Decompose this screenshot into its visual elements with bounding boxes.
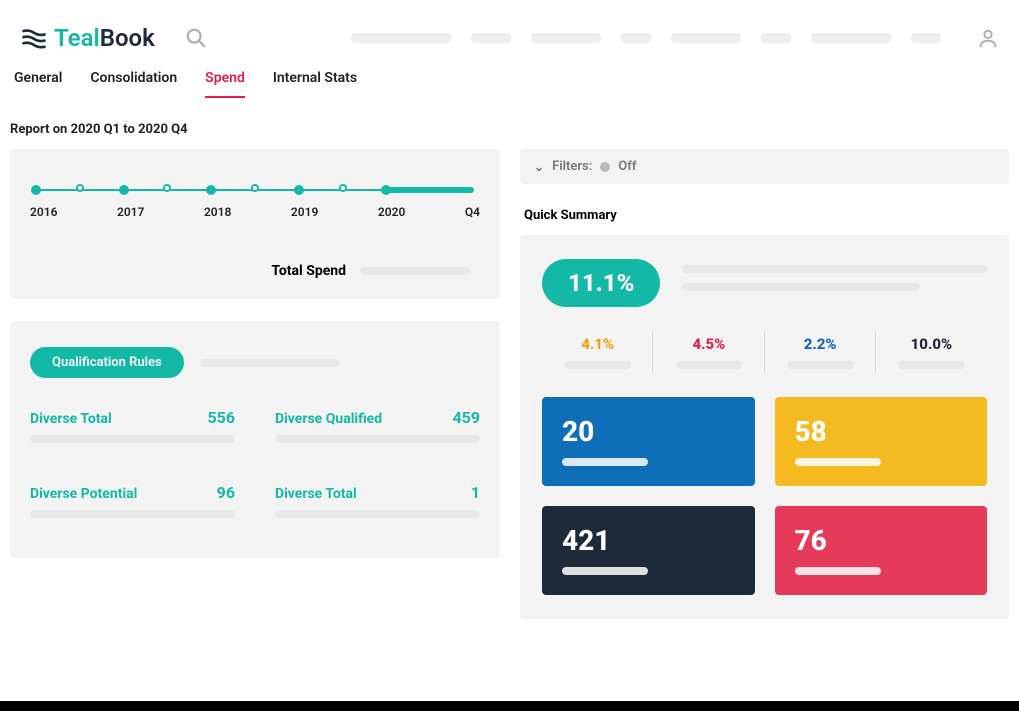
metric-value: 96 [217, 483, 235, 502]
card-value: 20 [562, 415, 735, 448]
metric-diverse-potential: Diverse Potential 96 [30, 483, 235, 518]
logo-text-teal: Teal [54, 24, 100, 52]
logo-icon [20, 24, 48, 52]
logo[interactable]: TealBook [20, 24, 155, 52]
tab-spend[interactable]: Spend [205, 62, 245, 94]
metric-diverse-total: Diverse Total 556 [30, 408, 235, 443]
summary-big-pct: 11.1% [542, 259, 660, 307]
summary-pct-3: 2.2% [765, 335, 876, 353]
filter-state-dot-icon [600, 162, 610, 172]
metric-value: 556 [207, 408, 235, 427]
tab-internal-stats[interactable]: Internal Stats [273, 62, 357, 94]
summary-card-2[interactable]: 58 [775, 397, 988, 486]
timeline-label: 2017 [117, 205, 144, 219]
card-value: 58 [795, 415, 968, 448]
summary-card-4[interactable]: 76 [775, 506, 988, 595]
metric-diverse-qualified: Diverse Qualified 459 [275, 408, 480, 443]
summary-panel: 11.1% 4.1% 4.5% 2.2% [520, 235, 1009, 619]
filters-state: Off [618, 159, 636, 174]
card-value: 421 [562, 524, 735, 557]
metric-label: Diverse Total [275, 486, 357, 502]
metric-value: 1 [471, 483, 480, 502]
summary-pct-1: 4.1% [542, 335, 653, 353]
chevron-down-icon: ⌄ [534, 160, 544, 174]
qualification-rules-pill[interactable]: Qualification Rules [30, 347, 184, 378]
card-value: 76 [795, 524, 968, 557]
qualification-head-bar [200, 359, 340, 367]
tab-consolidation[interactable]: Consolidation [90, 62, 177, 94]
timeline-label: 2016 [30, 205, 57, 219]
filters-bar[interactable]: ⌄ Filters: Off [520, 149, 1009, 184]
summary-card-1[interactable]: 20 [542, 397, 755, 486]
header-placeholders [351, 27, 999, 49]
timeline-label: 2018 [204, 205, 231, 219]
metric-diverse-total-2: Diverse Total 1 [275, 483, 480, 518]
timeline-label: Q4 [465, 205, 480, 219]
qualification-panel: Qualification Rules Diverse Total 556 Di… [10, 321, 500, 558]
summary-card-3[interactable]: 421 [542, 506, 755, 595]
metric-label: Diverse Qualified [275, 411, 382, 427]
user-icon[interactable] [977, 27, 999, 49]
metric-value: 459 [452, 408, 480, 427]
total-spend-label: Total Spend [271, 263, 346, 279]
total-spend-bar [360, 267, 470, 275]
logo-text-dark: Book [100, 24, 155, 52]
timeline-panel: 2016 2017 2018 2019 2020 Q4 Total Spend [10, 149, 500, 299]
timeline-label: 2019 [291, 205, 318, 219]
timeline-label: 2020 [378, 205, 405, 219]
report-title: Report on 2020 Q1 to 2020 Q4 [0, 104, 1019, 149]
summary-pct-2: 4.5% [653, 335, 764, 353]
summary-pct-4: 10.0% [876, 335, 987, 353]
tab-general[interactable]: General [14, 62, 62, 94]
search-icon[interactable] [185, 27, 207, 49]
filters-label: Filters: [552, 159, 592, 174]
timeline-slider[interactable] [36, 185, 474, 195]
quick-summary-title: Quick Summary [520, 208, 1009, 223]
metric-label: Diverse Potential [30, 486, 137, 502]
metric-label: Diverse Total [30, 411, 112, 427]
